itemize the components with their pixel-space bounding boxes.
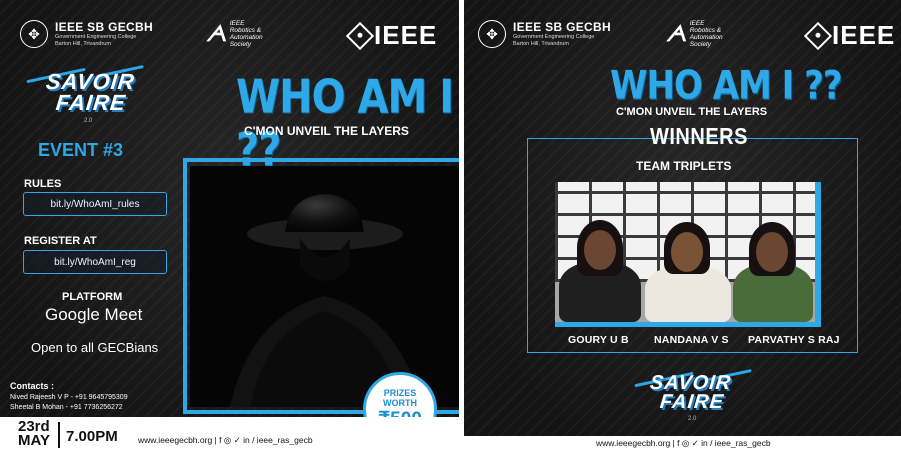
ieee-wordmark: IEEE — [832, 20, 896, 50]
prize-line-2: WORTH — [383, 397, 417, 408]
winners-poster: ✥ IEEE SB GECBH Government Engineering C… — [464, 0, 901, 450]
person-face — [756, 232, 788, 272]
poster-subtitle: C'MON UNVEIL THE LAYERS — [244, 124, 409, 138]
winners-heading: WINNERS — [650, 124, 748, 150]
college-emblem-icon: ✥ — [478, 20, 506, 48]
footer-url: www.ieeegecbh.org | f ◎ ✓ in / ieee_ras_… — [596, 438, 771, 448]
hat-silhouette-icon — [230, 194, 422, 407]
savoir-faire-logo: SAVOIR FAIRE 2.0 — [634, 369, 754, 426]
ras-text-2: Robotics & — [229, 27, 262, 34]
savoir-faire-logo: SAVOIR FAIRE 2.0 — [26, 65, 146, 126]
ieee-sb-logo: ✥ IEEE SB GECBH Government Engineering C… — [478, 20, 611, 48]
event-time: 7.00PM — [66, 428, 118, 445]
sb-title: IEEE SB GECBH — [55, 20, 153, 34]
winner-name-1: GOURY U B — [568, 334, 629, 346]
date-month: MAY — [18, 432, 50, 449]
poster-title: WHO AM I ?? — [610, 63, 843, 109]
ieee-wordmark: IEEE — [374, 20, 438, 50]
winner-name-2: NANDANA V S — [654, 334, 729, 346]
sb-subtitle-2: Barton Hill, Trivandrum — [513, 40, 569, 47]
logo-version: 2.0 — [84, 118, 93, 124]
team-name: TEAM TRIPLETS — [636, 159, 732, 173]
college-emblem-icon: ✥ — [20, 20, 48, 48]
ieee-diamond-icon — [803, 21, 833, 50]
ieee-sb-logo: ✥ IEEE SB GECBH Government Engineering C… — [20, 20, 153, 48]
sb-title: IEEE SB GECBH — [513, 20, 611, 34]
ras-logo: ᗅ IEEE Robotics & Automation Society — [206, 20, 263, 48]
ras-text-1: IEEE — [689, 20, 705, 27]
person-face — [671, 232, 703, 272]
person-nandana — [645, 266, 731, 322]
ieee-logo: IEEE — [345, 20, 438, 51]
platform-label: PLATFORM — [62, 291, 123, 303]
event-number: EVENT #3 — [38, 140, 124, 160]
ras-text-4: Society — [229, 41, 252, 48]
event-date: 23rd MAY — [18, 419, 50, 449]
ras-text-2: Robotics & — [689, 27, 722, 34]
logo-version: 2.0 — [688, 416, 697, 422]
ras-mark-icon: ᗅ — [206, 21, 227, 47]
ras-text-1: IEEE — [229, 20, 245, 27]
faire-text: FAIRE — [54, 90, 128, 115]
register-link[interactable]: bit.ly/WhoAmI_reg — [23, 250, 167, 274]
faire-text: FAIRE — [658, 391, 726, 413]
ras-logo: ᗅ IEEE Robotics & Automation Society — [666, 20, 723, 48]
ras-mark-icon: ᗅ — [666, 21, 687, 47]
platform-value: Google Meet — [45, 305, 143, 324]
event-poster: ✥ IEEE SB GECBH Government Engineering C… — [0, 0, 459, 450]
contact-2: Sheetal B Mohan - +91 7736256272 — [10, 404, 123, 411]
person-face — [584, 230, 616, 270]
winners-photo — [555, 182, 815, 322]
open-to-text: Open to all GECBians — [31, 340, 159, 355]
ras-text-4: Society — [689, 41, 712, 48]
rules-link[interactable]: bit.ly/WhoAmI_rules — [23, 192, 167, 216]
ras-text-3: Automation — [689, 34, 723, 41]
contacts-label: Contacts : — [10, 381, 55, 391]
prize-line-1: PRIZES — [383, 387, 417, 398]
footer-url: www.ieeegecbh.org | f ◎ ✓ in / ieee_ras_… — [138, 435, 313, 445]
ras-text-3: Automation — [229, 34, 263, 41]
ieee-logo: IEEE — [803, 20, 896, 51]
mystery-photo — [190, 166, 459, 407]
sb-subtitle-2: Barton Hill, Trivandrum — [55, 40, 111, 47]
footer-divider — [58, 422, 60, 448]
ieee-diamond-icon — [345, 21, 375, 50]
winner-name-3: PARVATHY S RAJ — [748, 334, 840, 346]
rules-label: RULES — [24, 178, 62, 190]
poster-subtitle: C'MON UNVEIL THE LAYERS — [616, 106, 768, 118]
contact-1: Nived Rajeesh V P - +91 9645795309 — [10, 394, 128, 401]
register-label: REGISTER AT — [24, 235, 97, 247]
